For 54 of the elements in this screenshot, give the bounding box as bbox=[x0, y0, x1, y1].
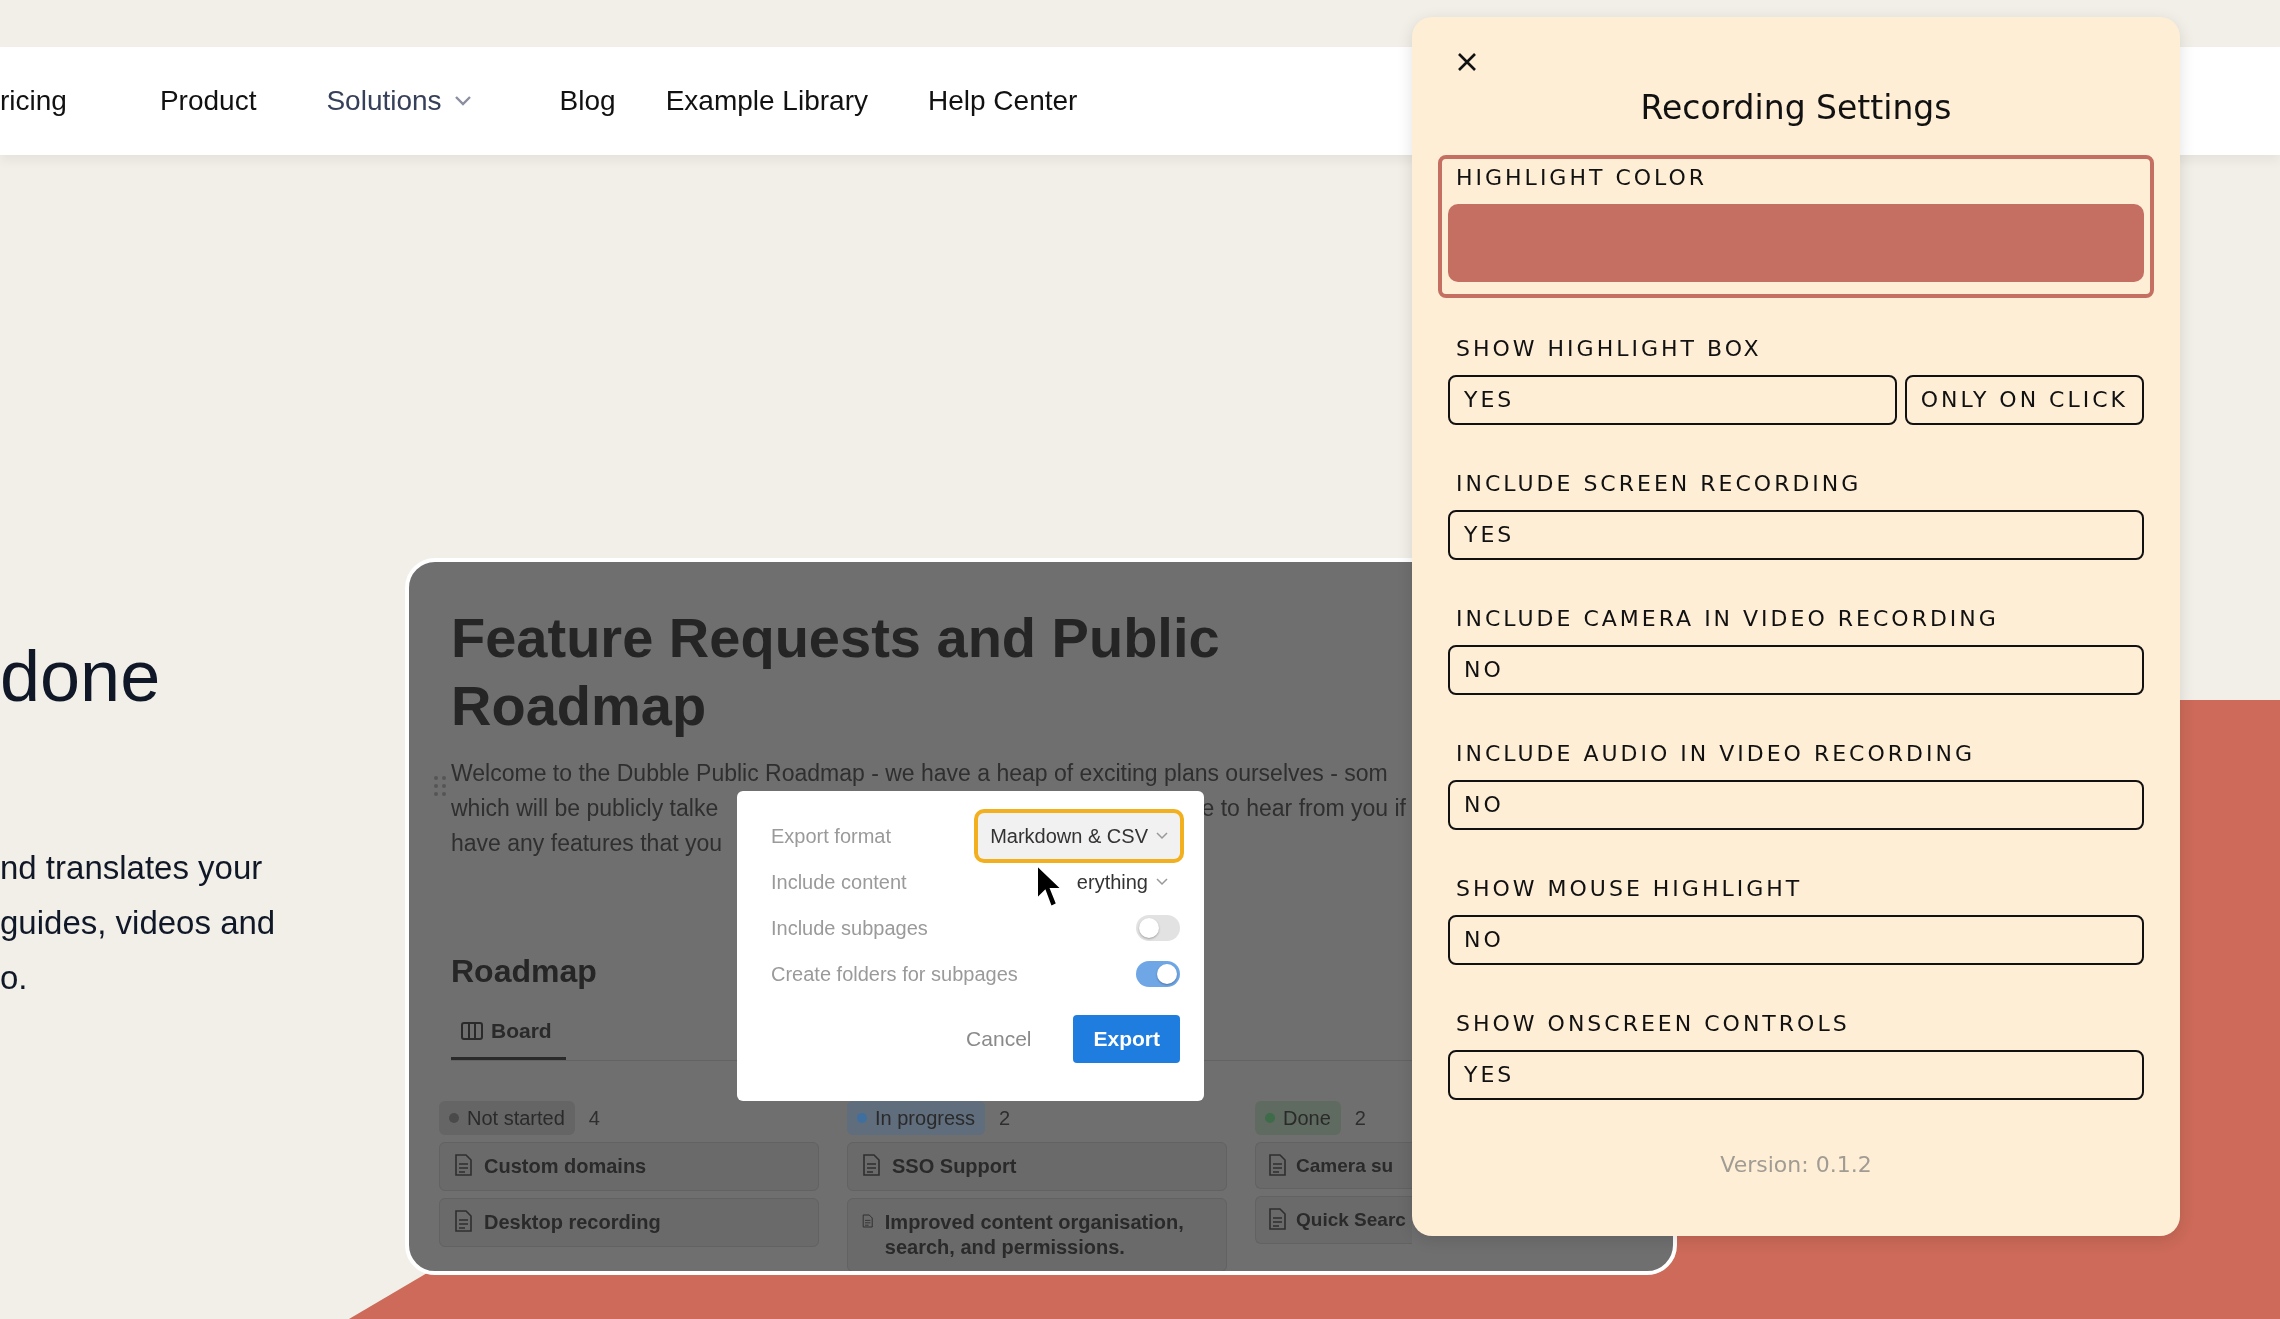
option-button[interactable]: YES bbox=[1448, 509, 2144, 560]
setting-label: HIGHLIGHT COLOR bbox=[1455, 163, 1709, 192]
document-icon bbox=[1268, 1153, 1286, 1176]
close-icon bbox=[1456, 50, 1478, 73]
document-icon bbox=[454, 1209, 472, 1232]
export-button[interactable]: Export bbox=[1073, 1015, 1180, 1063]
chevron-down-icon bbox=[1156, 832, 1168, 840]
option-button[interactable]: NO bbox=[1448, 644, 2144, 695]
status-tag: In progress bbox=[847, 1100, 986, 1135]
document-icon bbox=[1268, 1208, 1286, 1231]
document-icon bbox=[862, 1153, 880, 1176]
nav-link[interactable]: ricing bbox=[0, 80, 67, 122]
item-count: 2 bbox=[999, 1105, 1011, 1131]
option-button[interactable]: YES bbox=[1448, 1049, 2144, 1100]
select-dropdown[interactable]: erything bbox=[1064, 859, 1180, 905]
drag-handle-icon bbox=[433, 775, 447, 797]
status-tag: Done bbox=[1255, 1100, 1341, 1135]
option-button[interactable]: YES bbox=[1448, 374, 1897, 425]
toggle-switch[interactable] bbox=[1136, 961, 1180, 987]
field-label: Export format bbox=[771, 824, 892, 849]
panel-title: Recording Settings bbox=[1639, 87, 1953, 129]
setting-label: INCLUDE AUDIO IN VIDEO RECORDING bbox=[1455, 739, 1976, 768]
field-label: Include subpages bbox=[771, 916, 928, 941]
section-heading: Roadmap bbox=[451, 952, 597, 991]
nav-link[interactable]: Product bbox=[159, 80, 257, 122]
status-tag: Not started bbox=[439, 1100, 575, 1135]
option-button[interactable]: NO bbox=[1448, 914, 2144, 965]
description-text: have any features that you bbox=[451, 829, 723, 858]
nav-link[interactable]: Blog bbox=[559, 80, 616, 122]
nav-link[interactable]: Help Center bbox=[927, 80, 1078, 122]
nav-link[interactable]: Example Library bbox=[665, 80, 868, 122]
hero-heading: done bbox=[0, 640, 161, 712]
setting-label: SHOW HIGHLIGHT BOX bbox=[1455, 334, 1763, 363]
setting-label: SHOW ONSCREEN CONTROLS bbox=[1455, 1009, 1851, 1038]
setting-label: INCLUDE SCREEN RECORDING bbox=[1455, 469, 1863, 498]
hero-paragraph: nd translates your guides, videos and o. bbox=[0, 848, 276, 998]
nav-link[interactable]: Solutions bbox=[326, 80, 472, 122]
item-count: 2 bbox=[1354, 1105, 1366, 1131]
field-label: Create folders for subpages bbox=[771, 962, 1018, 987]
document-icon bbox=[454, 1153, 472, 1176]
option-button[interactable]: NO bbox=[1448, 779, 2144, 830]
field-label: Include content bbox=[771, 870, 907, 895]
option-button[interactable]: ONLY ON CLICK bbox=[1904, 374, 2144, 425]
setting-label: INCLUDE CAMERA IN VIDEO RECORDING bbox=[1455, 604, 2000, 633]
board-icon bbox=[461, 1021, 483, 1040]
color-swatch[interactable] bbox=[1448, 203, 2144, 282]
page-title: Feature Requests and Public Roadmap bbox=[451, 605, 1221, 739]
version-text: Version: 0.1.2 bbox=[1719, 1150, 1873, 1179]
toggle-switch[interactable] bbox=[1136, 915, 1180, 941]
description-text: Welcome to the Dubble Public Roadmap - we have a heap of exciting plans ourselves - som bbox=[451, 759, 1388, 788]
chevron-down-icon bbox=[1156, 878, 1168, 886]
setting-label: SHOW MOUSE HIGHLIGHT bbox=[1455, 874, 1804, 903]
description-text: which will be publicly talke bbox=[451, 794, 719, 823]
item-count: 4 bbox=[588, 1105, 600, 1131]
